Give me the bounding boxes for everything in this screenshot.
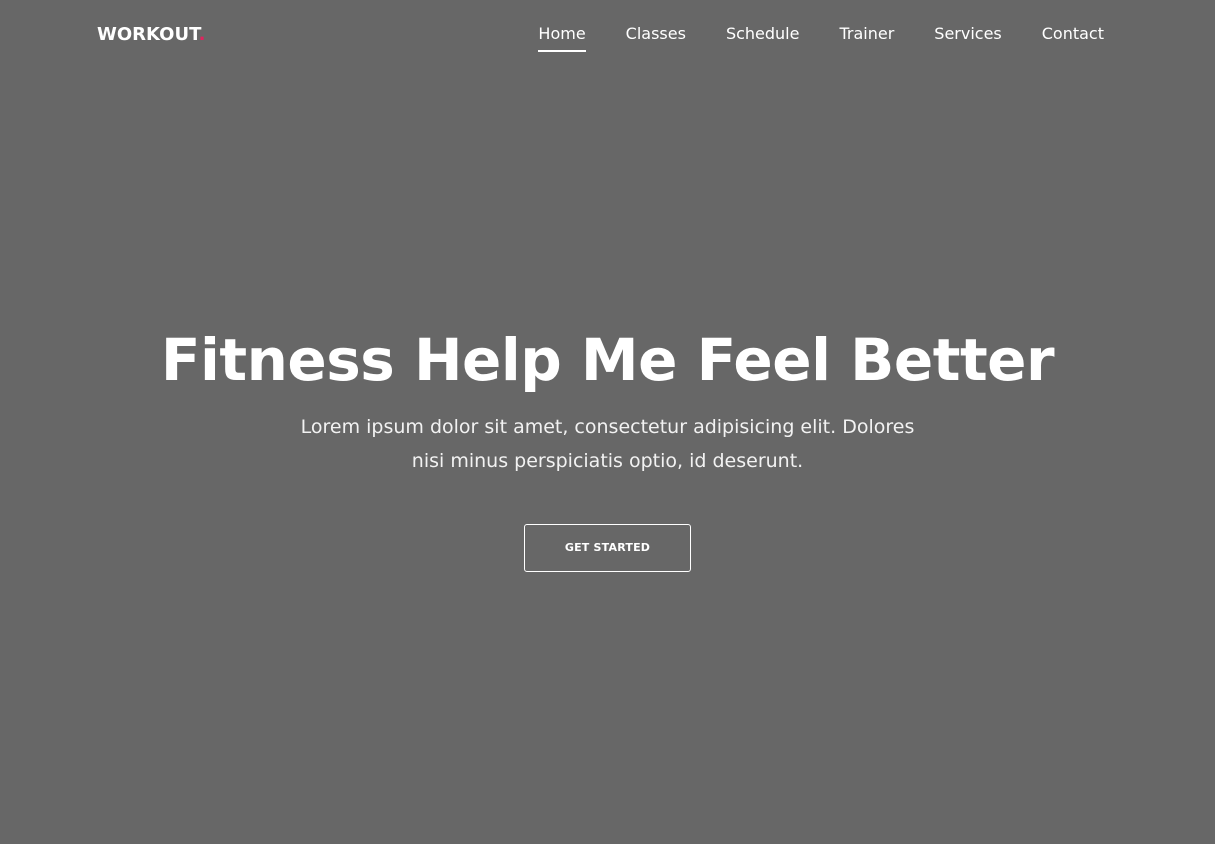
nav-item-schedule[interactable]: Schedule — [726, 22, 800, 52]
get-started-button[interactable]: GET STARTED — [524, 524, 691, 572]
hero-subtitle: Lorem ipsum dolor sit amet, consectetur … — [300, 416, 915, 472]
logo-dot: . — [198, 24, 206, 45]
main-nav: Home Classes Schedule Trainer Services C… — [498, 22, 1104, 52]
hero-title: Fitness Help Me Feel Better — [160, 326, 1055, 394]
nav-item-classes[interactable]: Classes — [626, 22, 686, 52]
site-header: WORKOUT. Home Classes Schedule Trainer S… — [0, 0, 1215, 70]
nav-item-trainer[interactable]: Trainer — [839, 22, 894, 52]
nav-item-contact[interactable]: Contact — [1042, 22, 1104, 52]
logo-text: WORKOUT — [97, 24, 199, 45]
nav-item-services[interactable]: Services — [934, 22, 1001, 52]
nav-item-home[interactable]: Home — [538, 22, 586, 52]
logo[interactable]: WORKOUT. — [97, 24, 205, 46]
hero-section: Fitness Help Me Feel Better Lorem ipsum … — [0, 320, 1215, 572]
